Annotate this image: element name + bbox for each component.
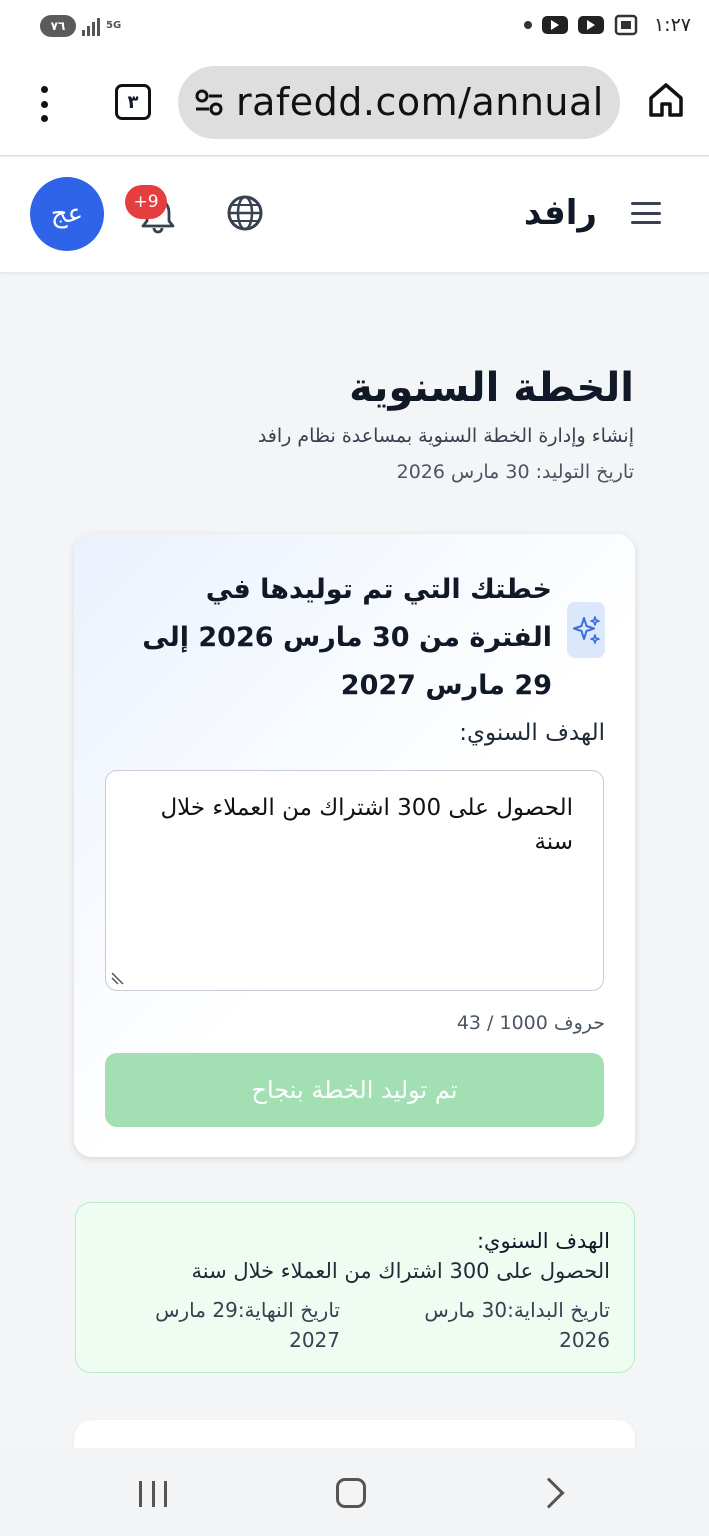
plan-card: خطتك التي تم توليدها في الفترة من 30 مار…: [74, 534, 635, 1157]
more-vert-icon[interactable]: [34, 86, 54, 122]
clock: ١:٢٧: [653, 14, 691, 36]
address-bar[interactable]: rafedd.com/annual: [178, 66, 620, 139]
page-title: الخطة السنوية: [349, 365, 634, 411]
status-bar: ٧٦ 5G ١:٢٧: [0, 0, 709, 56]
goal-textarea[interactable]: الحصول على 300 اشتراك من العملاء خلال سن…: [105, 770, 604, 991]
goal-label: الهدف السنوي:: [459, 720, 605, 746]
hamburger-menu-icon[interactable]: [631, 202, 661, 224]
summary-goal-value: الحصول على 300 اشتراك من العملاء خلال سن…: [191, 1259, 610, 1283]
tab-switcher-button[interactable]: ٣: [115, 84, 151, 120]
back-button-icon[interactable]: [533, 1477, 565, 1509]
recents-button-icon[interactable]: [139, 1481, 167, 1507]
page-subtitle: إنشاء وإدارة الخطة السنوية بمساعدة نظام …: [257, 425, 634, 447]
plan-generated-button[interactable]: تم توليد الخطة بنجاح: [105, 1053, 604, 1127]
url-text[interactable]: rafedd.com/annual: [236, 80, 604, 124]
generated-date: تاريخ التوليد: 30 مارس 2026: [396, 461, 634, 483]
sparkles-icon: [567, 602, 605, 658]
home-button-icon[interactable]: [336, 1478, 366, 1508]
goal-textarea-value[interactable]: الحصول على 300 اشتراك من العملاء خلال سن…: [143, 791, 573, 859]
app-header: عج +9 رافد: [0, 157, 709, 273]
summary-goal-label: الهدف السنوي:: [476, 1229, 610, 1253]
notification-dot-icon: [523, 21, 532, 29]
network-type: 5G: [106, 20, 122, 31]
status-left: ٧٦ 5G: [40, 15, 121, 37]
char-counter: 43 / 1000 حروف: [456, 1012, 605, 1034]
globe-icon[interactable]: [224, 192, 266, 234]
resize-handle-icon[interactable]: [110, 972, 124, 986]
summary-start-date: تاريخ البداية:30 مارس 2026: [424, 1298, 610, 1352]
avatar[interactable]: عج: [30, 177, 104, 251]
summary-end-date: تاريخ النهاية:29 مارس 2027: [155, 1298, 340, 1352]
home-icon[interactable]: [646, 80, 686, 120]
brand-logo-text[interactable]: رافد: [524, 193, 597, 233]
plan-card-title: خطتك التي تم توليدها في الفترة من 30 مار…: [142, 574, 552, 701]
browser-toolbar: ٣ rafedd.com/annual: [0, 56, 709, 156]
screenshot-icon: [614, 14, 638, 36]
tune-icon[interactable]: [194, 88, 224, 116]
youtube-icon: [541, 16, 568, 34]
battery-indicator: ٧٦: [40, 15, 76, 37]
summary-card: الهدف السنوي: الحصول على 300 اشتراك من ا…: [75, 1202, 635, 1373]
status-right: ١:٢٧: [523, 14, 691, 36]
notification-badge[interactable]: +9: [125, 185, 167, 219]
system-nav-bar: [0, 1448, 709, 1536]
signal-icon: [82, 16, 100, 36]
youtube-icon: [577, 16, 604, 34]
